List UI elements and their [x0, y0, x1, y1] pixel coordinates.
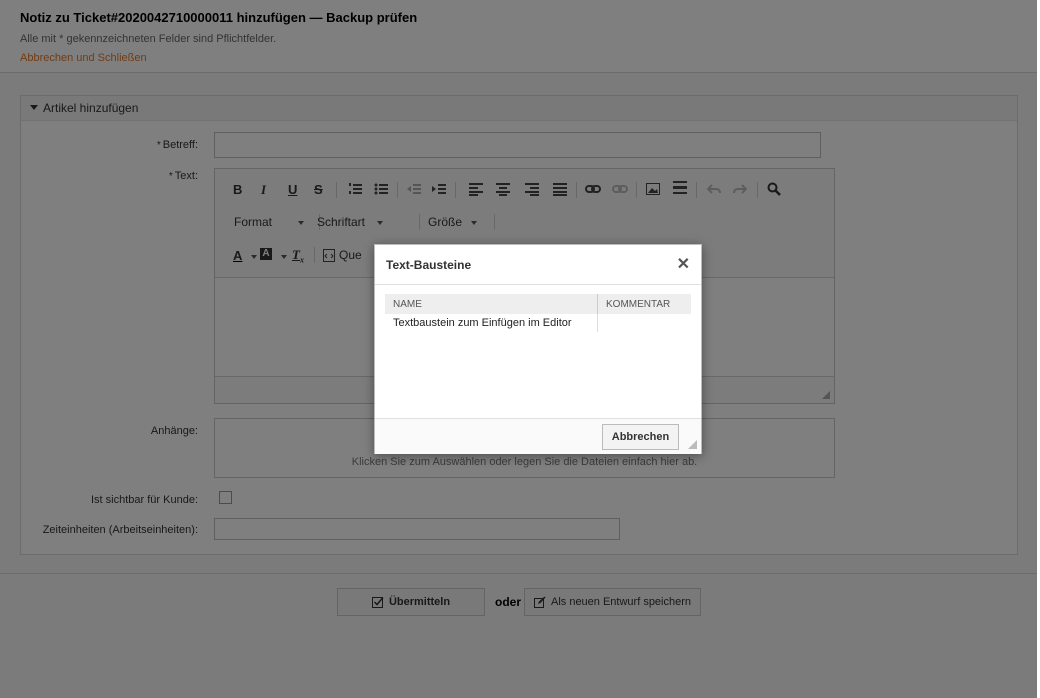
close-icon[interactable]: ✕: [677, 257, 690, 273]
column-header-comment[interactable]: KOMMENTAR: [597, 294, 691, 314]
text-modules-dialog: Text-Bausteine ✕ NAME KOMMENTAR Textbaus…: [374, 244, 702, 454]
dialog-cancel-button[interactable]: Abbrechen: [602, 424, 679, 450]
resize-handle-icon[interactable]: [688, 440, 697, 449]
table-row[interactable]: Textbaustein zum Einfügen im Editor: [385, 314, 691, 332]
table-cell-comment: [597, 314, 691, 332]
dialog-title: Text-Bausteine: [386, 258, 472, 272]
text-modules-table: NAME KOMMENTAR Textbaustein zum Einfügen…: [385, 294, 691, 332]
table-cell-name[interactable]: Textbaustein zum Einfügen im Editor: [385, 314, 598, 332]
dialog-divider: [375, 284, 701, 285]
column-header-name[interactable]: NAME: [385, 294, 598, 314]
